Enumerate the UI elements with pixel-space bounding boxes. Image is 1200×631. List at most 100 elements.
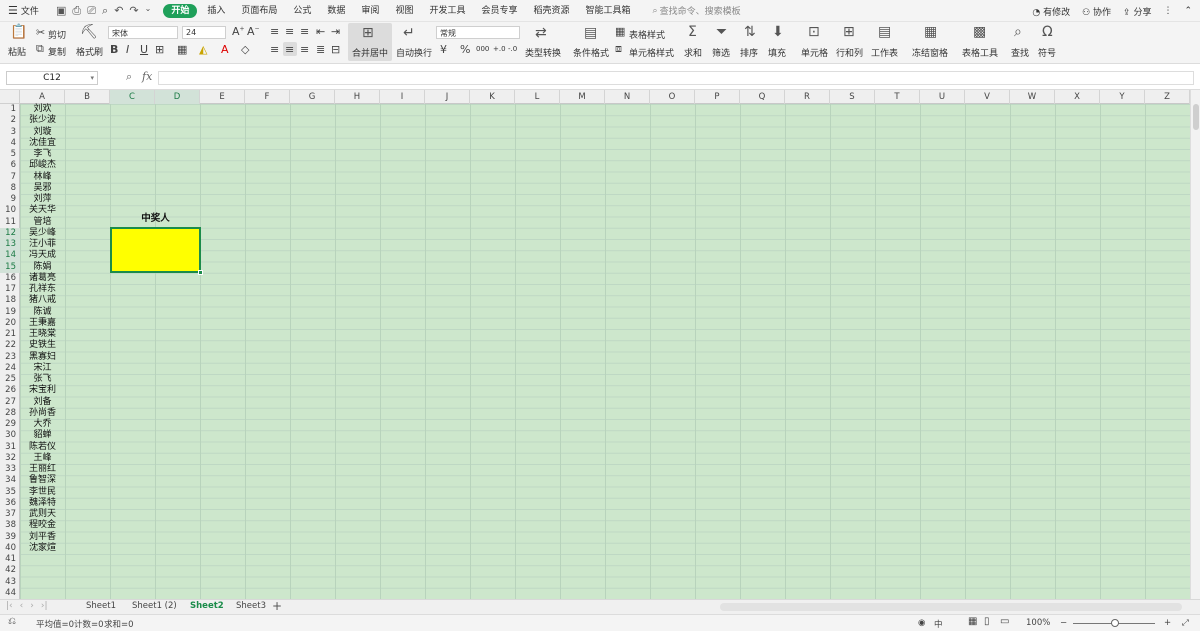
sum-icon[interactable]: Σ [688,24,697,40]
italic-icon[interactable]: I [126,43,129,56]
find-button[interactable]: 查找 [1011,46,1029,59]
row-header-15[interactable]: 15 [0,261,20,273]
sheet-tab-2[interactable]: Sheet2 [190,601,224,611]
find-icon[interactable]: ⌕ [1014,24,1022,40]
row-header-8[interactable]: 8 [0,183,20,194]
row-header-6[interactable]: 6 [0,160,20,171]
row-header-28[interactable]: 28 [0,408,20,419]
sheet-tab-1[interactable]: Sheet1 (2) [132,601,177,611]
ribbon-tab-10[interactable]: 智能工具箱 [578,0,639,22]
ribbon-tab-1[interactable]: 插入 [199,0,233,22]
name-cell[interactable]: 冯天成 [20,250,65,261]
name-cell[interactable]: 孔祥东 [20,284,65,295]
name-cell[interactable]: 关天华 [20,205,65,216]
zoom-in-icon[interactable]: + [1164,618,1171,628]
paste-icon[interactable]: 📋 [10,24,27,40]
cut-icon[interactable]: ✂ [36,26,45,39]
name-cell[interactable]: 宋江 [20,363,65,374]
next-sheet-icon[interactable]: › [30,601,34,611]
name-cell[interactable]: 鲁智深 [20,475,65,486]
save-icon[interactable]: ▣ [56,4,66,18]
name-cell[interactable]: 吴邪 [20,183,65,194]
name-cell[interactable]: 李飞 [20,149,65,160]
column-header-K[interactable]: K [470,90,515,104]
align-center-icon[interactable]: ≡ [285,43,294,56]
filter-icon[interactable]: ⏷ [716,24,727,40]
cell-icon[interactable]: ⊡ [808,24,820,40]
column-header-C[interactable]: C [110,90,155,104]
decrease-decimal-icon[interactable]: -.0 [508,45,517,53]
ribbon-tab-9[interactable]: 稻壳资源 [525,0,577,22]
page-layout-view-icon[interactable]: ▯ [984,616,990,627]
ribbon-tab-0[interactable]: 开始 [163,3,198,18]
name-cell[interactable]: 孙尚香 [20,408,65,419]
row-header-7[interactable]: 7 [0,172,20,183]
align-right-icon[interactable]: ≡ [300,43,309,56]
name-cell[interactable]: 吴少峰 [20,228,65,239]
vertical-scrollbar[interactable] [1190,90,1200,599]
name-cell[interactable]: 王峰 [20,453,65,464]
row-header-24[interactable]: 24 [0,363,20,374]
zoom-level[interactable]: 100% [1026,618,1050,628]
border-icon[interactable]: ▦ [177,43,187,56]
fill-color-icon[interactable]: ◭ [199,43,207,56]
conditional-format-icon[interactable]: ▤ [584,25,597,41]
row-header-16[interactable]: 16 [0,273,20,284]
row-header-39[interactable]: 39 [0,532,20,543]
name-cell[interactable]: 陈娟 [20,262,65,273]
name-cell[interactable]: 王晓棠 [20,329,65,340]
name-cell[interactable]: 刘萍 [20,194,65,205]
align-bottom-icon[interactable]: ≡ [300,25,309,38]
row-header-5[interactable]: 5 [0,149,20,160]
file-menu[interactable]: ☰ 文件 [8,4,42,17]
eye-protection-icon[interactable]: ◉ [918,618,925,628]
row-header-3[interactable]: 3 [0,127,20,138]
row-header-25[interactable]: 25 [0,374,20,385]
increase-decimal-icon[interactable]: +.0 [493,45,506,53]
row-header-44[interactable]: 44 [0,588,20,599]
share-button[interactable]: ⇪ 分享 [1123,5,1151,18]
fullscreen-icon[interactable]: ⤢ [1182,618,1189,628]
changes-button[interactable]: ◔ 有修改 [1032,5,1070,18]
row-header-11[interactable]: 11 [0,217,20,228]
merge-center-icon[interactable]: ⊞ [362,25,374,41]
row-header-34[interactable]: 34 [0,475,20,486]
symbol-button[interactable]: 符号 [1038,46,1056,59]
row-header-2[interactable]: 2 [0,115,20,126]
collapse-ribbon-icon[interactable]: ⌃ [1184,6,1192,16]
name-cell[interactable]: 管培 [20,217,65,228]
name-cell[interactable]: 猪八戒 [20,295,65,306]
row-header-37[interactable]: 37 [0,509,20,520]
column-header-D[interactable]: D [155,90,200,104]
name-cell[interactable]: 大乔 [20,419,65,430]
wrap-text-button[interactable]: 自动换行 [396,46,432,59]
row-header-20[interactable]: 20 [0,318,20,329]
cell-button[interactable]: 单元格 [801,46,828,59]
row-header-13[interactable]: 13 [0,239,20,251]
column-header-V[interactable]: V [965,90,1010,104]
row-header-43[interactable]: 43 [0,577,20,588]
row-header-29[interactable]: 29 [0,419,20,430]
ribbon-tab-6[interactable]: 视图 [387,0,421,22]
ribbon-tab-7[interactable]: 开发工具 [421,0,473,22]
row-header-22[interactable]: 22 [0,340,20,351]
indent-decrease-icon[interactable]: ⇤ [316,25,325,38]
name-cell[interactable]: 沈佳宜 [20,138,65,149]
number-format-select[interactable]: 常规 [436,26,520,39]
row-header-42[interactable]: 42 [0,565,20,576]
row-col-button[interactable]: 行和列 [836,46,863,59]
percent-icon[interactable]: % [460,43,470,56]
name-cell[interactable]: 沈家煊 [20,543,65,554]
input-language[interactable]: 中 [934,618,943,630]
export-icon[interactable]: ⎙ [72,4,81,18]
row-header-26[interactable]: 26 [0,385,20,396]
name-cell[interactable]: 魏泽特 [20,498,65,509]
undo-icon[interactable]: ↶ [114,4,123,18]
name-cell[interactable]: 黑寡妇 [20,352,65,363]
name-cell[interactable]: 李世民 [20,487,65,498]
row-header-12[interactable]: 12 [0,227,20,239]
cut-button[interactable]: 剪切 [48,28,66,41]
macro-record-icon[interactable]: ⎌ [8,616,16,627]
print-preview-icon[interactable]: ⌕ [102,4,108,18]
ribbon-tab-3[interactable]: 公式 [285,0,319,22]
